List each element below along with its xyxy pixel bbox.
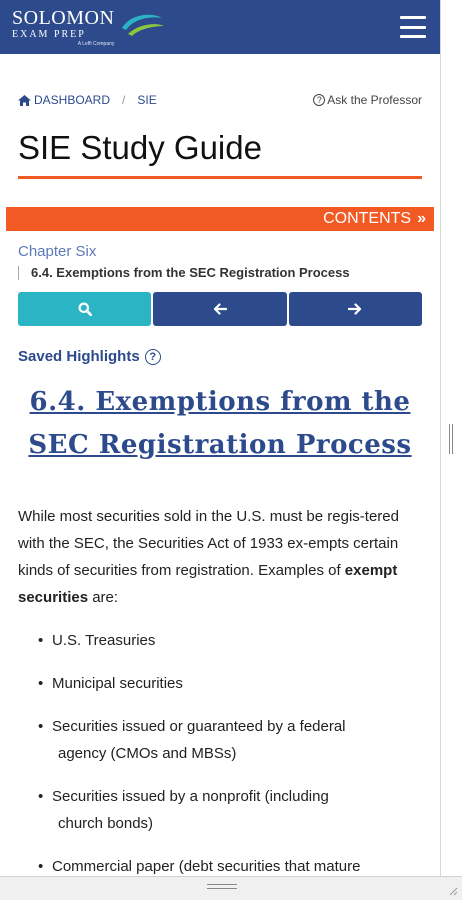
breadcrumb-row: DASHBOARD / SIE ? Ask the Professor xyxy=(0,92,440,108)
solomon-logo[interactable]: SOLOMON EXAM PREP A Leffi Company xyxy=(12,8,166,47)
intro-text: While most securities sold in the U.S. m… xyxy=(18,508,399,580)
bottom-resize-bar xyxy=(0,876,462,900)
help-circle-icon[interactable]: ? xyxy=(144,348,161,365)
intro-text-end: are: xyxy=(88,589,119,607)
logo-sub-text: EXAM PREP xyxy=(12,28,86,40)
previous-section-button[interactable] xyxy=(153,292,287,327)
side-resize-rail xyxy=(440,0,462,876)
ask-professor-label: Ask the Professor xyxy=(327,93,422,107)
section-heading: 6.4. Exemptions from the SEC Registratio… xyxy=(28,387,412,461)
saved-highlights-label: Saved Highlights xyxy=(18,348,140,366)
section-breadcrumb-bar xyxy=(18,265,19,280)
question-circle-icon: ? xyxy=(313,94,326,106)
ask-professor-link[interactable]: ? Ask the Professor xyxy=(313,93,422,107)
list-item: Municipal securities xyxy=(38,670,410,697)
contents-toggle-button[interactable]: CONTENTS » xyxy=(6,207,434,232)
resize-grip-icon[interactable] xyxy=(448,886,458,896)
section-breadcrumb-label: 6.4. Exemptions from the SEC Registratio… xyxy=(31,265,350,281)
breadcrumb: DASHBOARD / SIE xyxy=(18,93,157,107)
guide-nav-buttons xyxy=(18,292,422,327)
breadcrumb-sie-link[interactable]: SIE xyxy=(137,93,156,107)
list-item: Securities issued by a nonprofit (includ… xyxy=(38,783,410,837)
arrow-right-icon xyxy=(348,303,362,315)
app-page: SOLOMON EXAM PREP A Leffi Company DASHBO… xyxy=(0,0,440,876)
list-item: U.S. Treasuries xyxy=(38,627,410,654)
breadcrumb-dashboard-label: DASHBOARD xyxy=(34,93,111,107)
title-divider xyxy=(18,176,422,180)
exempt-securities-list: U.S. Treasuries Municipal securities Sec… xyxy=(0,627,440,876)
breadcrumb-dashboard-link[interactable]: DASHBOARD xyxy=(18,93,110,107)
hamburger-menu-icon[interactable] xyxy=(400,16,426,38)
arrow-left-icon xyxy=(213,303,227,315)
search-button[interactable] xyxy=(18,292,152,327)
logo-swoosh-icon xyxy=(122,14,165,36)
top-header: SOLOMON EXAM PREP A Leffi Company xyxy=(0,0,440,54)
chapter-link[interactable]: Chapter Six xyxy=(0,243,440,260)
intro-paragraph: While most securities sold in the U.S. m… xyxy=(0,503,440,611)
contents-label: CONTENTS xyxy=(323,210,412,228)
double-chevron-right-icon: » xyxy=(417,210,426,228)
section-breadcrumb: 6.4. Exemptions from the SEC Registratio… xyxy=(0,265,440,280)
saved-highlights-link[interactable]: Saved Highlights ? xyxy=(0,348,440,365)
breadcrumb-separator: / xyxy=(122,93,126,107)
list-item: Securities issued or guaranteed by a fed… xyxy=(38,713,410,767)
home-icon xyxy=(18,94,31,106)
page-title: SIE Study Guide xyxy=(18,129,262,166)
next-section-button[interactable] xyxy=(288,292,422,327)
bottom-resize-handle[interactable] xyxy=(207,884,237,892)
list-item: Commercial paper (debt securities that m… xyxy=(38,853,410,876)
logo-main-text: SOLOMON xyxy=(12,6,115,29)
logo-tagline: A Leffi Company xyxy=(77,40,115,47)
search-icon xyxy=(78,302,92,317)
side-resize-handle[interactable] xyxy=(449,424,455,454)
